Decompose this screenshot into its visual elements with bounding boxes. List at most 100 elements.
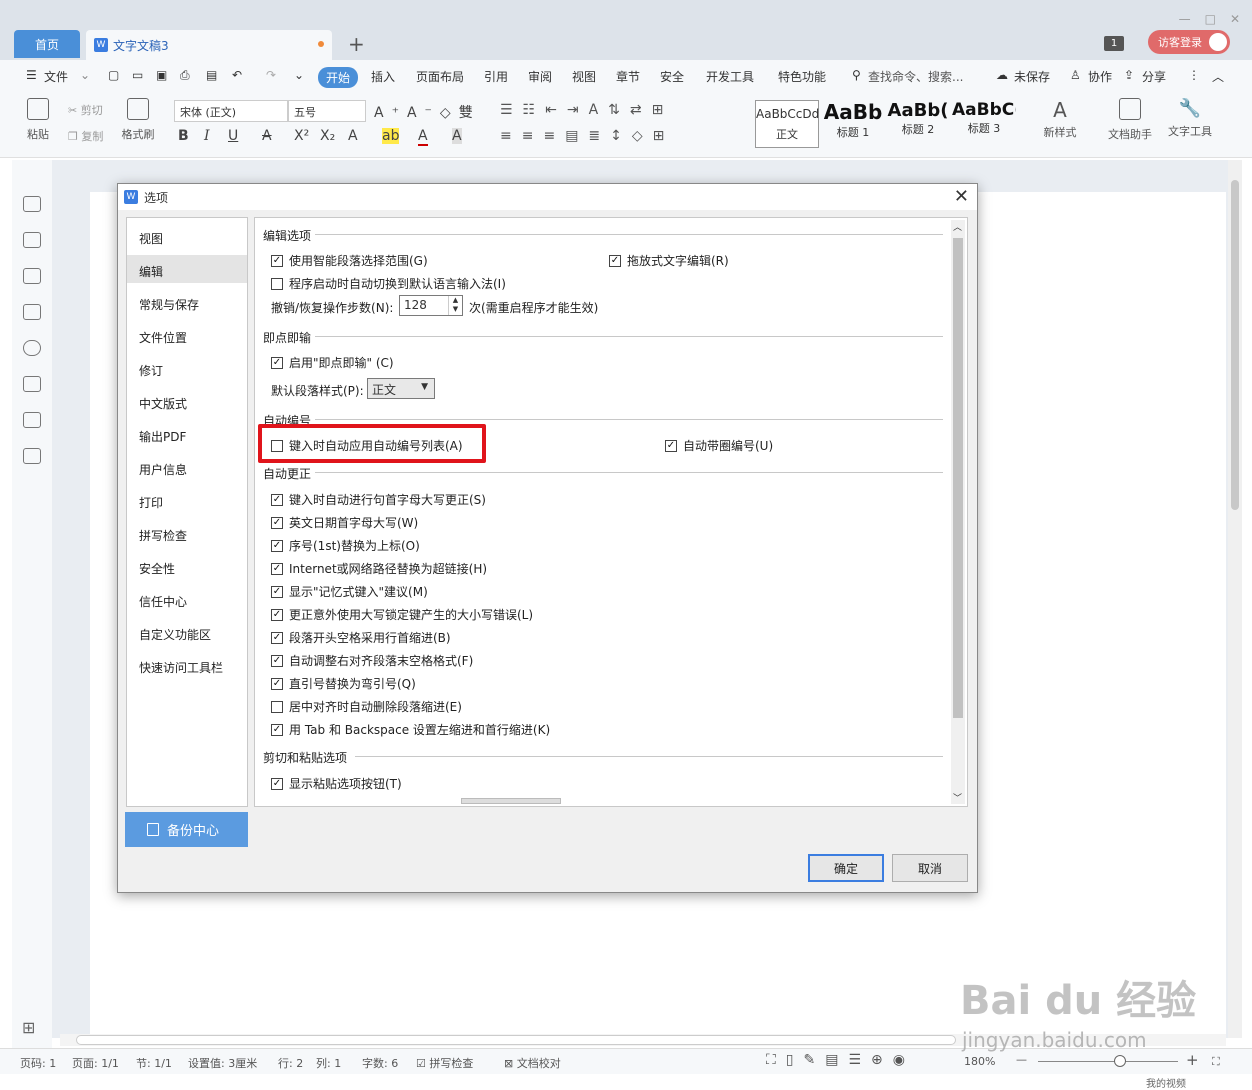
checkbox-checked-icon[interactable]: ✓ xyxy=(271,677,283,690)
nav-item-print[interactable]: 打印 xyxy=(127,486,247,514)
backup-center-button[interactable]: 备份中心 xyxy=(125,812,248,847)
menu-file[interactable]: 文件 xyxy=(44,68,68,85)
option-auto-ime[interactable]: 程序启动时自动切换到默认语言输入法(I) xyxy=(271,275,506,292)
font-name-select[interactable]: 宋体 (正文) xyxy=(174,100,288,122)
lock-icon[interactable] xyxy=(23,304,41,320)
zoom-slider[interactable] xyxy=(1038,1061,1178,1062)
status-pages[interactable]: 页面: 1/1 xyxy=(72,1055,119,1071)
style-heading3[interactable]: AaBbC( 标题 3 xyxy=(952,100,1016,148)
scroll-down-icon[interactable]: ﹀ xyxy=(953,791,962,804)
option-autocorrect-item[interactable]: ✓ 用 Tab 和 Backspace 设置左缩进和首行缩进(K) xyxy=(271,721,550,738)
undo-icon[interactable]: ↶ xyxy=(232,68,242,82)
option-drag-edit[interactable]: ✓ 拖放式文字编辑(R) xyxy=(609,252,729,269)
menu-features[interactable]: 特色功能 xyxy=(778,68,826,85)
cursor-icon[interactable] xyxy=(23,232,41,248)
proofread-button[interactable]: ⊠ 文档校对 xyxy=(504,1055,561,1071)
vertical-scrollbar[interactable] xyxy=(1228,160,1242,1038)
tab-document[interactable]: W 文字文稿3 xyxy=(86,30,332,60)
sliders-icon[interactable] xyxy=(23,268,41,284)
nav-item-customize-ribbon[interactable]: 自定义功能区 xyxy=(127,618,247,646)
new-tab-button[interactable]: + xyxy=(348,32,365,56)
ok-button[interactable]: 确定 xyxy=(808,854,884,882)
paragraph-tools-row2[interactable]: ≡≡≡▤≣↕◇⊞ xyxy=(500,128,674,144)
checkbox-checked-icon[interactable]: ✓ xyxy=(271,608,283,621)
menu-security[interactable]: 安全 xyxy=(660,68,684,85)
status-row[interactable]: 行: 2 xyxy=(278,1055,303,1071)
dialog-close-icon[interactable]: ✕ xyxy=(954,186,969,207)
image-icon[interactable] xyxy=(23,376,41,392)
status-words[interactable]: 字数: 6 xyxy=(362,1055,398,1071)
char-shading-icon[interactable]: A xyxy=(452,128,462,144)
menu-references[interactable]: 引用 xyxy=(484,68,508,85)
fullscreen-icon[interactable]: ⛶ xyxy=(1212,1055,1220,1069)
nav-item-view[interactable]: 视图 xyxy=(127,222,247,250)
option-smart-select[interactable]: ✓ 使用智能段落选择范围(G) xyxy=(271,252,428,269)
nav-item-user-info[interactable]: 用户信息 xyxy=(127,453,247,481)
checkbox-checked-icon[interactable]: ✓ xyxy=(271,539,283,552)
checkbox-checked-icon[interactable]: ✓ xyxy=(271,254,283,267)
option-enable-click-type[interactable]: ✓ 启用"即点即输" (C) xyxy=(271,354,394,371)
command-search[interactable]: 查找命令、搜索... xyxy=(868,68,963,85)
view-mode-icons[interactable]: ⛶▯✎▤☰⊕◉ xyxy=(766,1052,915,1068)
highlight-icon[interactable]: ab xyxy=(382,128,400,144)
close-window-icon[interactable]: ✕ xyxy=(1230,12,1240,26)
guest-login-button[interactable]: 访客登录 xyxy=(1148,30,1230,54)
archive-icon[interactable] xyxy=(23,448,41,464)
nav-item-security[interactable]: 安全性 xyxy=(127,552,247,580)
checkbox-checked-icon[interactable]: ✓ xyxy=(609,254,621,267)
zoom-level[interactable]: 180% xyxy=(964,1055,995,1068)
zoom-slider-handle[interactable] xyxy=(1114,1055,1126,1067)
underline-icon[interactable]: U xyxy=(228,128,238,144)
bold-icon[interactable]: B xyxy=(178,128,189,144)
gallery-icon[interactable] xyxy=(23,412,41,428)
new-doc-icon[interactable]: ▢ xyxy=(108,68,119,82)
scroll-up-icon[interactable]: ︿ xyxy=(953,220,962,233)
strikethrough-icon[interactable]: A xyxy=(262,128,272,144)
checkbox-checked-icon[interactable]: ✓ xyxy=(271,631,283,644)
option-autocorrect-item[interactable]: ✓ 直引号替换为弯引号(Q) xyxy=(271,675,416,692)
spinner-arrows-icon[interactable]: ▲ ▼ xyxy=(448,296,462,315)
customize-icon[interactable]: ⌄ xyxy=(294,68,304,82)
style-normal[interactable]: AaBbCcDd 正文 xyxy=(755,100,819,148)
nav-item-file-location[interactable]: 文件位置 xyxy=(127,321,247,349)
nav-item-export-pdf[interactable]: 输出PDF xyxy=(127,420,247,448)
italic-icon[interactable]: I xyxy=(204,128,210,144)
unsaved-status[interactable]: 未保存 xyxy=(1014,68,1050,85)
checkbox-checked-icon[interactable]: ✓ xyxy=(271,585,283,598)
option-autocorrect-item[interactable]: ✓ 段落开头空格采用行首缩进(B) xyxy=(271,629,451,646)
panel-scrollbar[interactable]: ︿ ﹀ xyxy=(951,220,965,804)
print-icon[interactable]: ⎙ xyxy=(180,68,190,83)
nav-item-general-save[interactable]: 常规与保存 xyxy=(127,288,247,316)
horizontal-scroll-thumb[interactable] xyxy=(76,1035,956,1045)
nav-item-trust-center[interactable]: 信任中心 xyxy=(127,585,247,613)
nav-item-edit[interactable]: 编辑 xyxy=(127,255,247,283)
text-tools-button[interactable]: 🔧 文字工具 xyxy=(1162,98,1218,139)
nav-item-chinese-layout[interactable]: 中文版式 xyxy=(127,387,247,415)
paste-button[interactable]: 粘贴 xyxy=(18,98,58,142)
font-size-adjust-icons[interactable]: A⁺A⁻◇雙 xyxy=(374,102,481,122)
help-icon[interactable] xyxy=(23,340,41,356)
checkbox-unchecked-icon[interactable] xyxy=(271,277,283,290)
collab-button[interactable]: 协作 xyxy=(1088,68,1112,85)
spell-check-button[interactable]: ☑ 拼写检查 xyxy=(416,1055,473,1071)
status-col[interactable]: 列: 1 xyxy=(316,1055,341,1071)
menu-review[interactable]: 审阅 xyxy=(528,68,552,85)
checkbox-checked-icon[interactable]: ✓ xyxy=(271,654,283,667)
option-autocorrect-item[interactable]: ✓ 序号(1st)替换为上标(O) xyxy=(271,537,420,554)
zoom-in-icon[interactable]: + xyxy=(1186,1051,1199,1069)
copy-button[interactable]: ❐ 复制 xyxy=(68,128,103,144)
search-icon[interactable]: ⚲ xyxy=(852,68,861,82)
option-autocorrect-item[interactable]: ✓ 键入时自动进行句首字母大写更正(S) xyxy=(271,491,486,508)
cancel-button[interactable]: 取消 xyxy=(892,854,968,882)
tab-home[interactable]: 首页 xyxy=(14,30,80,58)
menu-chapter[interactable]: 章节 xyxy=(616,68,640,85)
nav-item-spell-check[interactable]: 拼写检查 xyxy=(127,519,247,547)
menu-dev-tools[interactable]: 开发工具 xyxy=(706,68,754,85)
text-effect-icon[interactable]: A xyxy=(348,128,358,144)
undo-steps-input[interactable]: 128 ▲ ▼ xyxy=(399,295,463,316)
nav-item-revision[interactable]: 修订 xyxy=(127,354,247,382)
option-autocorrect-item[interactable]: 居中对齐时自动删除段落缩进(E) xyxy=(271,698,462,715)
hamburger-icon[interactable]: ☰ xyxy=(26,68,37,82)
subscript-icon[interactable]: X₂ xyxy=(320,128,335,144)
redo-icon[interactable]: ↷ xyxy=(266,68,276,82)
